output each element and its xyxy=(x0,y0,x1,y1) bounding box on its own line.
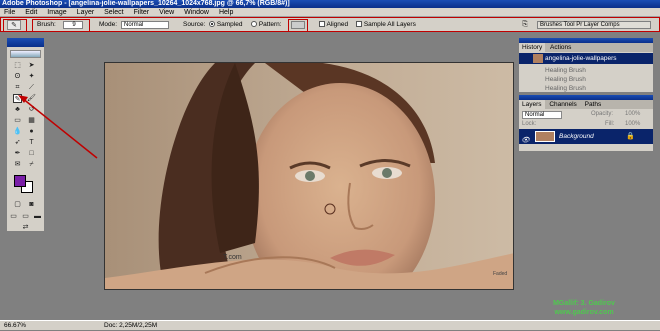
move-icon[interactable]: ➤ xyxy=(27,61,36,70)
menu-file[interactable]: File xyxy=(0,8,19,17)
adobe-online-logo[interactable] xyxy=(10,50,41,58)
sampled-radio[interactable] xyxy=(209,21,215,28)
path-selection-icon[interactable]: ➶ xyxy=(13,138,22,147)
fill-label: Fill: xyxy=(605,121,615,127)
portrait-photo: T.com Faded xyxy=(105,63,513,289)
tab-channels[interactable]: Channels xyxy=(546,100,579,109)
gradient-icon[interactable]: ▦ xyxy=(27,116,36,125)
blur-icon[interactable]: 💧 xyxy=(13,127,22,136)
magic-wand-icon[interactable]: ✦ xyxy=(27,72,36,81)
menu-help[interactable]: Help xyxy=(215,8,237,17)
crop-icon[interactable]: ⌗ xyxy=(13,83,22,92)
author-watermark: MGallif: 3. Gadirov www.gadirov.com xyxy=(519,299,649,317)
tab-actions[interactable]: Actions xyxy=(547,43,574,52)
layer-name: Background xyxy=(559,133,594,140)
menu-filter[interactable]: Filter xyxy=(130,8,154,17)
window-title: Adobe Photoshop - [angelina-jolie-wallpa… xyxy=(0,0,660,8)
tab-paths[interactable]: Paths xyxy=(582,100,605,109)
sampled-label: Sampled xyxy=(216,21,243,28)
history-panel: History Actions angelina-jolie-wallpaper… xyxy=(518,37,654,93)
sample-all-layers-checkbox[interactable] xyxy=(356,21,362,28)
opacity-label: Opacity: xyxy=(591,111,614,117)
visibility-eye-icon[interactable]: 👁 xyxy=(521,133,530,148)
lock-icon: 🔒 xyxy=(626,133,635,140)
opacity-value[interactable]: 100% xyxy=(625,111,640,117)
menu-view[interactable]: View xyxy=(155,8,178,17)
healing-brush-icon[interactable]: ✎ xyxy=(13,94,22,103)
image-signature: T.com xyxy=(223,254,242,261)
history-item-label: Healing Brush xyxy=(545,85,586,92)
toolbox: ⬚ ➤ ʘ ✦ ⌗ ⟋ ✎ 🖌 ♣ ↺ ▭ ▦ 💧 ● ➶ T ✒ □ ✉ ⌿ … xyxy=(6,37,45,232)
menu-layer[interactable]: Layer xyxy=(73,8,99,17)
history-tabs: History Actions xyxy=(519,43,653,52)
history-item-label: Healing Brush xyxy=(545,67,586,74)
layer-background[interactable]: 👁 Background 🔒 xyxy=(519,129,653,144)
screen-mode-standard-icon[interactable]: ▭ xyxy=(9,212,18,221)
palette-well[interactable]: Brushes Tool Pr Layer Comps xyxy=(537,21,651,29)
status-bar: 66.67% Doc: 2,25M/2,25M xyxy=(0,320,660,330)
clone-stamp-icon[interactable]: ♣ xyxy=(13,105,22,114)
history-snapshot[interactable]: angelina-jolie-wallpapers xyxy=(519,53,653,64)
brush-icon[interactable]: 🖌 xyxy=(27,94,36,103)
source-sampled-option[interactable]: Sampled xyxy=(209,21,242,28)
menu-bar: File Edit Image Layer Select Filter View… xyxy=(0,8,660,17)
options-bar: ✎ Brush: 9 Mode: Normal Source: Sampled … xyxy=(0,17,660,32)
dodge-icon[interactable]: ● xyxy=(27,127,36,136)
menu-image[interactable]: Image xyxy=(43,8,70,17)
lock-label: Lock: xyxy=(522,121,537,127)
quick-mask-icon[interactable]: ◙ xyxy=(27,200,36,209)
layer-thumbnail xyxy=(535,131,555,142)
toolbox-header xyxy=(7,38,44,47)
sample-all-layers-option[interactable]: Sample All Layers xyxy=(356,21,416,28)
blend-mode-select[interactable]: Normal xyxy=(522,111,562,119)
menu-select[interactable]: Select xyxy=(100,8,127,17)
pattern-highlight xyxy=(288,19,308,32)
menu-edit[interactable]: Edit xyxy=(21,8,41,17)
marquee-icon[interactable]: ⬚ xyxy=(13,61,22,70)
brush-highlight xyxy=(32,19,90,32)
aligned-option[interactable]: Aligned xyxy=(319,21,348,28)
source-pattern-option[interactable]: Pattern: xyxy=(251,21,282,28)
jump-to-imageready-icon[interactable]: ⇄ xyxy=(21,223,30,232)
mode-select[interactable]: Normal xyxy=(121,21,169,29)
image-watermark: Faded xyxy=(493,271,507,277)
aligned-checkbox[interactable] xyxy=(319,21,325,28)
snapshot-label: angelina-jolie-wallpapers xyxy=(545,55,617,62)
pattern-label: Pattern: xyxy=(258,21,282,28)
history-item[interactable]: Healing Brush xyxy=(519,83,653,94)
foreground-color-swatch[interactable] xyxy=(14,175,26,187)
standard-mode-icon[interactable]: ▢ xyxy=(13,200,22,209)
mode-label: Mode: xyxy=(99,21,118,28)
document-canvas[interactable]: T.com Faded xyxy=(104,62,514,290)
pen-icon[interactable]: ✒ xyxy=(13,149,22,158)
history-brush-icon[interactable]: ↺ xyxy=(27,105,36,114)
eyedropper-icon[interactable]: ⌿ xyxy=(27,160,36,169)
layers-panel: Layers Channels Paths Normal Opacity: 10… xyxy=(518,94,654,152)
file-browser-icon[interactable]: ⎘ xyxy=(519,20,531,30)
pattern-radio[interactable] xyxy=(251,21,257,28)
screen-mode-full-icon[interactable]: ▬ xyxy=(33,212,42,221)
history-item-label: Healing Brush xyxy=(545,76,586,83)
watermark-author: MGallif: 3. Gadirov xyxy=(553,300,615,307)
tab-history[interactable]: History xyxy=(519,43,546,52)
sample-all-layers-label: Sample All Layers xyxy=(363,21,416,28)
slice-icon[interactable]: ⟋ xyxy=(27,83,36,92)
tool-preset-highlight xyxy=(3,19,27,32)
screen-mode-menu-icon[interactable]: ▭ xyxy=(21,212,30,221)
source-label: Source: xyxy=(183,21,206,28)
tab-layers[interactable]: Layers xyxy=(519,100,545,109)
type-icon[interactable]: T xyxy=(27,138,36,147)
aligned-label: Aligned xyxy=(326,21,349,28)
notes-icon[interactable]: ✉ xyxy=(13,160,22,169)
shape-icon[interactable]: □ xyxy=(27,149,36,158)
watermark-site: www.gadirov.com xyxy=(554,309,614,316)
snapshot-thumbnail xyxy=(533,54,543,63)
eraser-icon[interactable]: ▭ xyxy=(13,116,22,125)
fill-value[interactable]: 100% xyxy=(625,121,640,127)
menu-window[interactable]: Window xyxy=(180,8,213,17)
lasso-icon[interactable]: ʘ xyxy=(13,72,22,81)
layers-tabs: Layers Channels Paths xyxy=(519,100,653,109)
